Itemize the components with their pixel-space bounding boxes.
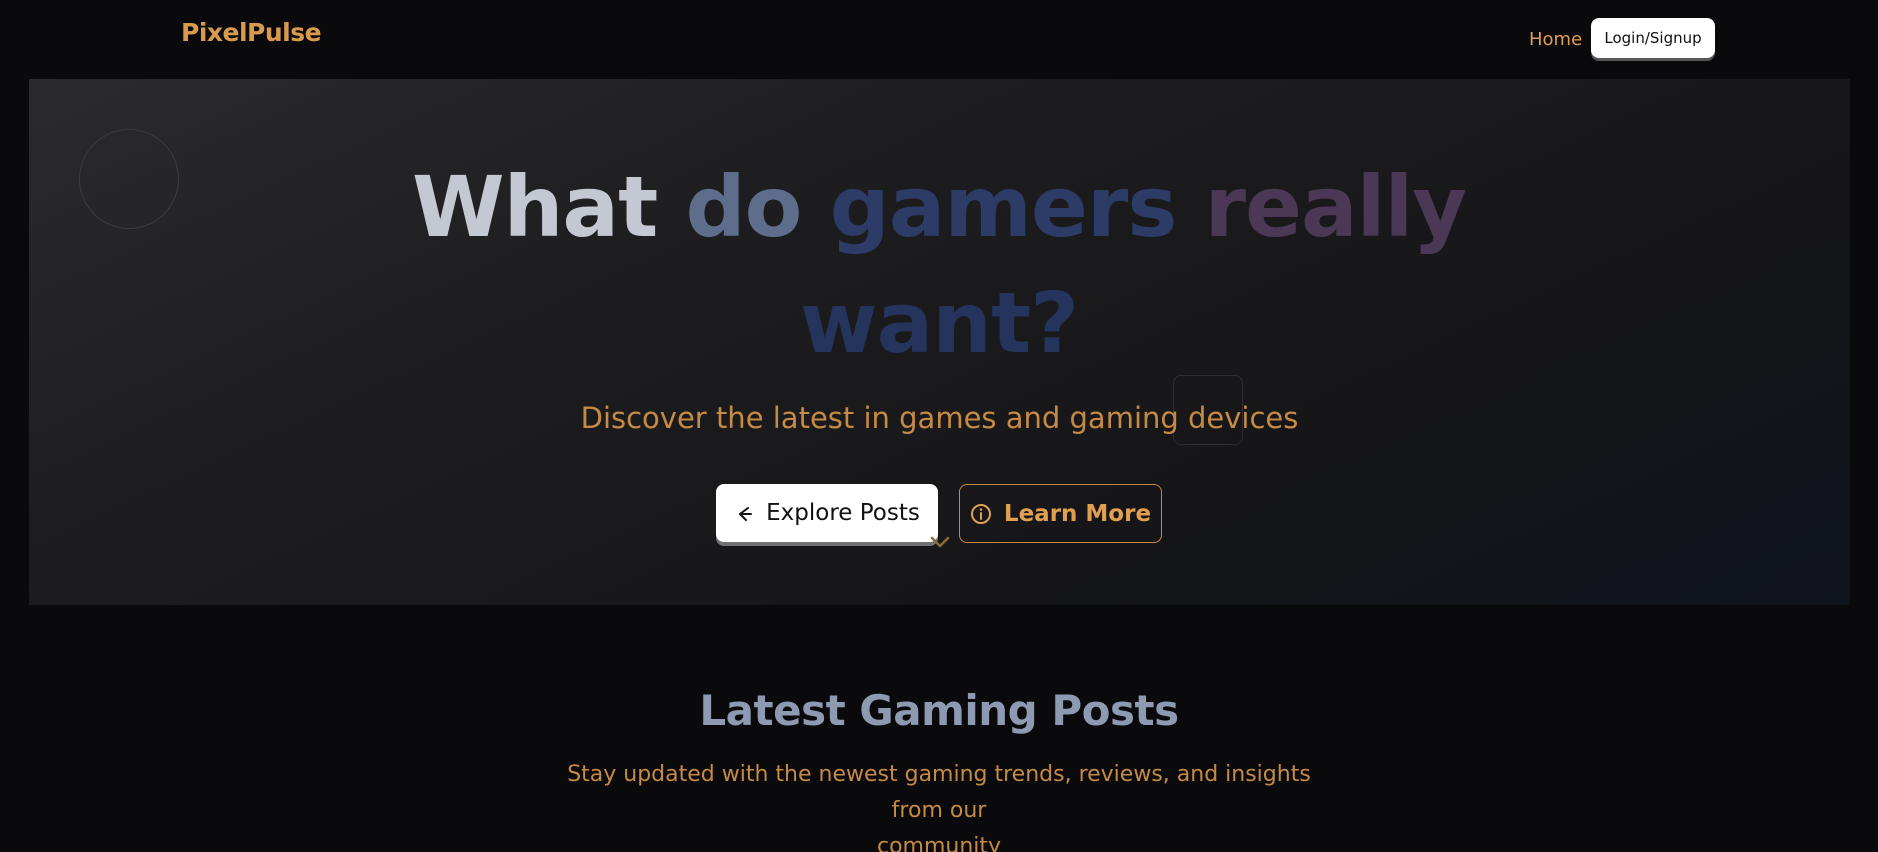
brand-logo[interactable]: PixelPulse — [181, 18, 322, 47]
posts-section-title: Latest Gaming Posts — [699, 686, 1179, 735]
posts-section-subtitle-line: community — [876, 834, 1002, 852]
learn-more-label: Learn More — [1003, 500, 1152, 527]
posts-section-subtitle: Stay updated with the newest gaming tren… — [539, 757, 1339, 852]
page: PixelPulse Home Login/Signup What do gam… — [0, 0, 1878, 852]
chevron-down-icon[interactable] — [929, 534, 951, 550]
hero-title-word: gamers — [829, 158, 1178, 256]
learn-more-button[interactable]: Learn More — [959, 484, 1162, 543]
hero-title-word: What — [411, 158, 658, 256]
arrow-icon — [734, 503, 754, 523]
hero-title: What do gamers really want? — [389, 149, 1489, 381]
hero-title-word: want? — [800, 274, 1079, 372]
decorative-circle — [79, 129, 179, 229]
posts-section-subtitle-line: Stay updated with the newest gaming tren… — [567, 762, 1311, 823]
hero-title-word: do — [685, 158, 803, 256]
hero-title-word: really — [1204, 158, 1467, 256]
hero-section: What do gamers really want? Discover the… — [29, 79, 1850, 605]
info-icon — [970, 503, 992, 525]
login-signup-button[interactable]: Login/Signup — [1591, 18, 1715, 58]
navbar: PixelPulse Home Login/Signup — [0, 0, 1878, 78]
explore-posts-label: Explore Posts — [766, 500, 920, 526]
nav-home-link[interactable]: Home — [1529, 29, 1582, 50]
explore-posts-button[interactable]: Explore Posts — [716, 484, 938, 542]
hero-subtitle: Discover the latest in games and gaming … — [580, 401, 1299, 435]
